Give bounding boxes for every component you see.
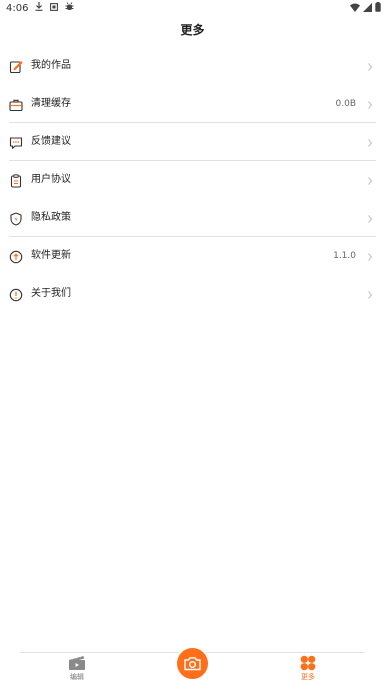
menu-item-clear-cache[interactable]: 清理缓存 0.0B bbox=[0, 85, 385, 123]
clipboard-icon bbox=[9, 173, 23, 188]
chevron-right-icon bbox=[366, 173, 374, 187]
menu-item-about-us[interactable]: 关于我们 bbox=[0, 275, 385, 313]
menu-item-software-update[interactable]: 软件更新 1.1.0 bbox=[0, 237, 385, 275]
tab-edit[interactable]: 编辑 bbox=[57, 655, 97, 685]
upgrade-icon bbox=[9, 249, 23, 264]
menu-item-label: 关于我们 bbox=[31, 288, 71, 299]
page-title: 更多 bbox=[180, 23, 205, 37]
battery-icon bbox=[375, 2, 381, 15]
chevron-right-icon bbox=[366, 97, 374, 111]
menu-item-feedback[interactable]: 反馈建议 bbox=[0, 123, 385, 161]
chevron-right-icon bbox=[366, 59, 374, 73]
download-icon bbox=[35, 2, 43, 14]
menu-item-label: 软件更新 bbox=[31, 250, 71, 261]
menu-item-label: 隐私政策 bbox=[31, 212, 71, 223]
edit-note-icon bbox=[9, 59, 23, 74]
grid-flower-icon bbox=[299, 655, 317, 671]
version-value: 1.1.0 bbox=[333, 251, 356, 261]
info-icon bbox=[9, 287, 23, 302]
status-left: 4:06 bbox=[6, 2, 74, 14]
menu-item-privacy-policy[interactable]: 隐私政策 bbox=[0, 199, 385, 237]
status-bar: 4:06 bbox=[0, 0, 385, 16]
status-right bbox=[350, 2, 381, 15]
chevron-right-icon bbox=[366, 211, 374, 225]
feedback-icon bbox=[9, 135, 23, 149]
camera-icon bbox=[184, 657, 201, 671]
tab-more[interactable]: 更多 bbox=[288, 655, 328, 685]
chevron-right-icon bbox=[366, 135, 374, 149]
menu-item-label: 我的作品 bbox=[31, 60, 71, 71]
tab-label: 更多 bbox=[301, 673, 315, 681]
menu-item-label: 反馈建议 bbox=[31, 136, 71, 147]
briefcase-icon bbox=[9, 97, 23, 112]
cache-size-value: 0.0B bbox=[335, 99, 357, 109]
menu-item-user-agreement[interactable]: 用户协议 bbox=[0, 161, 385, 199]
chevron-right-icon bbox=[366, 249, 374, 263]
bug-icon bbox=[65, 2, 74, 14]
wifi-icon bbox=[350, 3, 360, 15]
media-icon bbox=[50, 2, 59, 14]
menu-item-my-works[interactable]: 我的作品 bbox=[0, 47, 385, 85]
settings-menu: 我的作品 清理缓存 0.0B 反馈建议 用户协议 隐私政策 软件更新 1.1.0… bbox=[0, 47, 385, 313]
clapperboard-icon bbox=[68, 655, 86, 671]
signal-icon bbox=[363, 2, 372, 15]
tab-label: 编辑 bbox=[70, 673, 84, 681]
status-time: 4:06 bbox=[6, 2, 29, 14]
shield-icon bbox=[9, 211, 23, 226]
menu-item-label: 用户协议 bbox=[31, 174, 71, 185]
camera-button[interactable] bbox=[177, 648, 208, 679]
chevron-right-icon bbox=[366, 287, 374, 301]
menu-item-label: 清理缓存 bbox=[31, 98, 71, 109]
